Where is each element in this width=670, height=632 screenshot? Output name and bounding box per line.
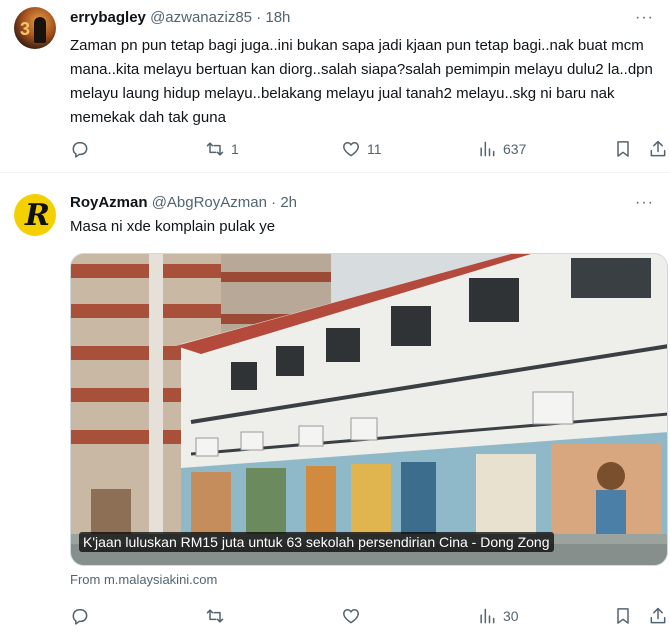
heart-icon	[343, 609, 359, 624]
views-icon	[480, 141, 495, 157]
tweet-header: errybagley @azwanaziz85 · 18h	[70, 8, 290, 28]
retweet-count: 1	[231, 141, 239, 157]
bookmark-icon	[617, 608, 629, 624]
retweet-icon	[206, 609, 224, 623]
tweet-text: Zaman pn pun tetap bagi juga..ini bukan …	[70, 37, 653, 126]
share-button[interactable]	[648, 605, 668, 627]
link-source[interactable]: From m.malaysiakini.com	[70, 571, 217, 589]
author-name[interactable]: RoyAzman	[70, 194, 148, 211]
timestamp[interactable]: 2h	[280, 194, 297, 211]
views-count: 30	[503, 608, 519, 624]
link-card-image[interactable]: K'jaan luluskan RM15 juta untuk 63 sekol…	[70, 253, 668, 566]
tweet[interactable]: 3 errybagley @azwanaziz85 · 18h ··· Zama…	[0, 0, 670, 172]
avatar-letter: R	[25, 198, 50, 233]
heart-icon	[343, 142, 359, 157]
like-button[interactable]: 11	[341, 138, 382, 160]
retweet-button[interactable]: 1	[205, 138, 239, 160]
reply-button[interactable]	[70, 605, 96, 627]
author-name[interactable]: errybagley	[70, 9, 146, 26]
author-handle[interactable]: @azwanaziz85	[150, 9, 252, 26]
author-handle[interactable]: @AbgRoyAzman	[152, 194, 267, 211]
retweet-icon	[206, 142, 224, 156]
share-icon	[650, 140, 666, 157]
views-count: 637	[503, 141, 527, 157]
avatar[interactable]: 3	[14, 7, 56, 49]
tweet-header: RoyAzman @AbgRoyAzman · 2h	[70, 193, 297, 213]
separator: ·	[256, 9, 262, 26]
reply-icon	[72, 142, 88, 158]
reply-button[interactable]	[70, 138, 96, 160]
separator: ·	[271, 194, 277, 211]
like-count: 11	[367, 141, 382, 157]
avatar-number: 3	[20, 19, 31, 39]
views-icon	[480, 608, 495, 624]
tweet-text: Masa ni xde komplain pulak ye	[70, 218, 276, 235]
share-button[interactable]	[648, 138, 668, 160]
link-card-title[interactable]: K'jaan luluskan RM15 juta untuk 63 sekol…	[79, 532, 554, 552]
views-button[interactable]: 30	[477, 605, 519, 627]
tweet[interactable]: R RoyAzman @AbgRoyAzman · 2h ··· Masa ni…	[0, 173, 670, 632]
avatar[interactable]: R	[14, 194, 56, 236]
action-bar: 1 11 637	[70, 138, 670, 160]
like-button[interactable]	[341, 605, 367, 627]
reply-icon	[72, 609, 88, 625]
retweet-button[interactable]	[205, 605, 231, 627]
more-options-icon[interactable]: ···	[635, 195, 654, 211]
timestamp[interactable]: 18h	[265, 9, 290, 26]
share-icon	[650, 607, 666, 624]
school-building-photo	[71, 254, 667, 565]
views-button[interactable]: 637	[477, 138, 526, 160]
bookmark-button[interactable]	[613, 605, 633, 627]
action-bar: 30	[70, 605, 670, 627]
bookmark-button[interactable]	[613, 138, 633, 160]
avatar-figure	[34, 17, 46, 43]
bookmark-icon	[617, 141, 629, 157]
more-options-icon[interactable]: ···	[635, 10, 654, 26]
